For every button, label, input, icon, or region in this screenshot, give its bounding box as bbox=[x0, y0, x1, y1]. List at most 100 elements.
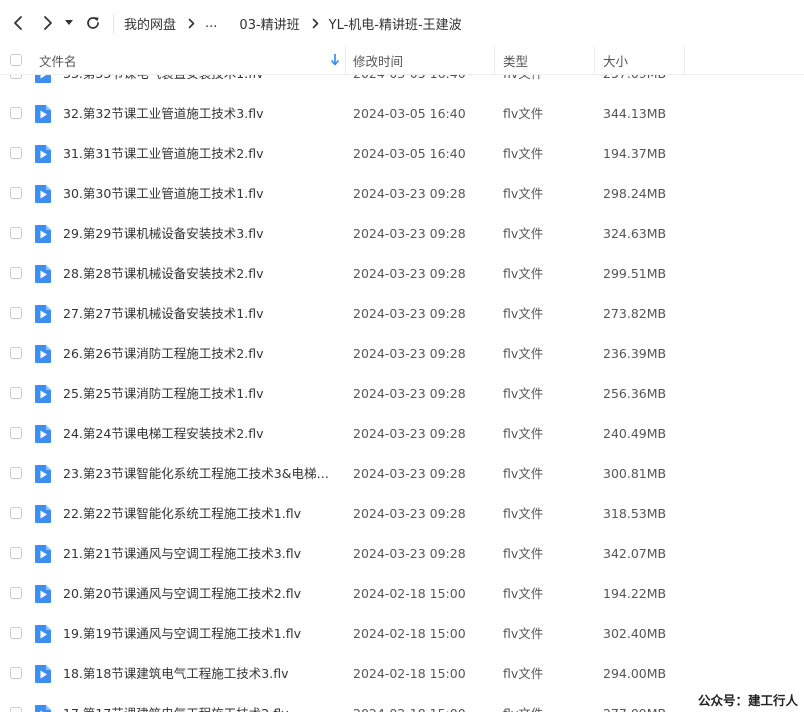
file-size: 194.37MB bbox=[603, 146, 667, 161]
file-name[interactable]: 20.第20节课通风与空调工程施工技术2.flv bbox=[63, 574, 331, 614]
video-file-icon bbox=[35, 75, 51, 83]
row-checkbox[interactable] bbox=[10, 227, 22, 239]
table-row[interactable]: 31.第31节课工业管道施工技术2.flv 2024-03-05 16:40 f… bbox=[0, 134, 804, 174]
sort-descending-icon[interactable] bbox=[330, 53, 340, 67]
file-type: flv文件 bbox=[503, 586, 544, 601]
column-divider[interactable] bbox=[494, 46, 495, 74]
file-name[interactable]: 26.第26节课消防工程施工技术2.flv bbox=[63, 334, 331, 374]
video-file-icon bbox=[35, 545, 51, 563]
table-row[interactable]: 29.第29节课机械设备安装技术3.flv 2024-03-23 09:28 f… bbox=[0, 214, 804, 254]
row-checkbox[interactable] bbox=[10, 267, 22, 279]
table-row[interactable]: 26.第26节课消防工程施工技术2.flv 2024-03-23 09:28 f… bbox=[0, 334, 804, 374]
file-type: flv文件 bbox=[503, 346, 544, 361]
row-checkbox[interactable] bbox=[10, 307, 22, 319]
file-name[interactable]: 22.第22节课智能化系统工程施工技术1.flv bbox=[63, 494, 331, 534]
file-modified-time: 2024-03-05 16:40 bbox=[353, 146, 466, 161]
row-checkbox[interactable] bbox=[10, 627, 22, 639]
column-divider[interactable] bbox=[345, 46, 346, 74]
file-name[interactable]: 19.第19节课通风与空调工程施工技术1.flv bbox=[63, 614, 331, 654]
file-size: 342.07MB bbox=[603, 546, 667, 561]
row-checkbox[interactable] bbox=[10, 147, 22, 159]
column-divider[interactable] bbox=[684, 46, 685, 74]
table-row[interactable]: 20.第20节课通风与空调工程施工技术2.flv 2024-02-18 15:0… bbox=[0, 574, 804, 614]
breadcrumb-current: YL-机电-精讲班-王建波 bbox=[328, 17, 462, 33]
table-row[interactable]: 22.第22节课智能化系统工程施工技术1.flv 2024-03-23 09:2… bbox=[0, 494, 804, 534]
table-row[interactable]: 18.第18节课建筑电气工程施工技术3.flv 2024-02-18 15:00… bbox=[0, 654, 804, 694]
file-size: 277.09MB bbox=[603, 694, 683, 712]
breadcrumb-root[interactable]: 我的网盘 bbox=[124, 14, 176, 33]
file-name[interactable]: 29.第29节课机械设备安装技术3.flv bbox=[63, 214, 331, 254]
file-type: flv文件 bbox=[503, 146, 544, 161]
file-name[interactable]: 21.第21节课通风与空调工程施工技术3.flv bbox=[63, 534, 331, 574]
file-name[interactable]: 23.第23节课智能化系统工程施工技术3&电梯工... bbox=[63, 454, 331, 494]
row-checkbox[interactable] bbox=[10, 107, 22, 119]
table-row[interactable]: 19.第19节课通风与空调工程施工技术1.flv 2024-02-18 15:0… bbox=[0, 614, 804, 654]
file-type: flv文件 bbox=[503, 306, 544, 321]
row-checkbox[interactable] bbox=[10, 667, 22, 679]
file-modified-time: 2024-03-23 09:28 bbox=[353, 266, 466, 281]
row-checkbox[interactable] bbox=[10, 587, 22, 599]
column-divider[interactable] bbox=[594, 46, 595, 74]
table-row[interactable]: 28.第28节课机械设备安装技术2.flv 2024-03-23 09:28 f… bbox=[0, 254, 804, 294]
file-type: flv文件 bbox=[503, 626, 544, 641]
file-type: flv文件 bbox=[503, 426, 544, 441]
file-modified-time: 2024-03-23 09:28 bbox=[353, 226, 466, 241]
file-name[interactable]: 31.第31节课工业管道施工技术2.flv bbox=[63, 134, 331, 174]
file-name[interactable]: 28.第28节课机械设备安装技术2.flv bbox=[63, 254, 331, 294]
row-checkbox[interactable] bbox=[10, 427, 22, 439]
file-type: flv文件 bbox=[503, 506, 544, 521]
file-name[interactable]: 33.第33节课电气装置安装技术1.flv bbox=[63, 75, 331, 94]
select-all-checkbox[interactable] bbox=[10, 54, 22, 66]
video-file-icon bbox=[35, 665, 51, 683]
forward-button[interactable] bbox=[38, 13, 58, 33]
table-row[interactable]: 17.第17节课建筑电气工程施工技术2.flv 2024-02-18 15:00… bbox=[0, 694, 804, 712]
file-size: 256.36MB bbox=[603, 386, 667, 401]
file-size: 194.22MB bbox=[603, 586, 667, 601]
video-file-icon bbox=[35, 625, 51, 643]
table-row[interactable]: 23.第23节课智能化系统工程施工技术3&电梯工... 2024-03-23 0… bbox=[0, 454, 804, 494]
file-name[interactable]: 30.第30节课工业管道施工技术1.flv bbox=[63, 174, 331, 214]
column-header-name[interactable]: 文件名 bbox=[39, 46, 77, 74]
table-row[interactable]: 21.第21节课通风与空调工程施工技术3.flv 2024-03-23 09:2… bbox=[0, 534, 804, 574]
file-size: 344.13MB bbox=[603, 106, 667, 121]
file-type: flv文件 bbox=[503, 106, 544, 121]
column-header-modified[interactable]: 修改时间 bbox=[353, 46, 403, 74]
file-size: 299.51MB bbox=[603, 266, 667, 281]
column-header-size[interactable]: 大小 bbox=[603, 46, 628, 74]
table-row[interactable]: 27.第27节课机械设备安装技术1.flv 2024-03-23 09:28 f… bbox=[0, 294, 804, 334]
video-file-icon bbox=[35, 185, 51, 203]
file-name[interactable]: 32.第32节课工业管道施工技术3.flv bbox=[63, 94, 331, 134]
file-modified-time: 2024-03-05 16:40 bbox=[353, 75, 493, 94]
file-name[interactable]: 27.第27节课机械设备安装技术1.flv bbox=[63, 294, 331, 334]
column-header-type[interactable]: 类型 bbox=[503, 46, 528, 74]
file-name[interactable]: 18.第18节课建筑电气工程施工技术3.flv bbox=[63, 654, 331, 694]
row-checkbox[interactable] bbox=[10, 507, 22, 519]
table-row[interactable]: 32.第32节课工业管道施工技术3.flv 2024-03-05 16:40 f… bbox=[0, 94, 804, 134]
row-checkbox[interactable] bbox=[10, 387, 22, 399]
breadcrumb-separator-icon bbox=[312, 18, 319, 29]
file-modified-time: 2024-03-23 09:28 bbox=[353, 346, 466, 361]
breadcrumb-level1[interactable]: 03-精讲班 bbox=[239, 14, 299, 33]
history-dropdown-button[interactable] bbox=[62, 13, 76, 33]
row-checkbox[interactable] bbox=[10, 75, 22, 79]
video-file-icon bbox=[35, 345, 51, 363]
video-file-icon bbox=[35, 145, 51, 163]
row-checkbox[interactable] bbox=[10, 467, 22, 479]
row-checkbox[interactable] bbox=[10, 707, 22, 712]
breadcrumb-ellipsis[interactable]: ... bbox=[205, 16, 217, 31]
row-checkbox[interactable] bbox=[10, 347, 22, 359]
file-name[interactable]: 17.第17节课建筑电气工程施工技术2.flv bbox=[63, 694, 331, 712]
row-checkbox[interactable] bbox=[10, 187, 22, 199]
table-row[interactable]: 25.第25节课消防工程施工技术1.flv 2024-03-23 09:28 f… bbox=[0, 374, 804, 414]
row-checkbox[interactable] bbox=[10, 547, 22, 559]
back-button[interactable] bbox=[8, 13, 28, 33]
table-row[interactable]: 24.第24节课电梯工程安装技术2.flv 2024-03-23 09:28 f… bbox=[0, 414, 804, 454]
file-name[interactable]: 25.第25节课消防工程施工技术1.flv bbox=[63, 374, 331, 414]
refresh-button[interactable] bbox=[83, 13, 103, 33]
file-list[interactable]: 33.第33节课电气装置安装技术1.flv 2024-03-05 16:40 f… bbox=[0, 75, 804, 712]
file-size: 298.24MB bbox=[603, 186, 667, 201]
table-row[interactable]: 33.第33节课电气装置安装技术1.flv 2024-03-05 16:40 f… bbox=[0, 75, 804, 94]
table-row[interactable]: 30.第30节课工业管道施工技术1.flv 2024-03-23 09:28 f… bbox=[0, 174, 804, 214]
file-name[interactable]: 24.第24节课电梯工程安装技术2.flv bbox=[63, 414, 331, 454]
video-file-icon bbox=[35, 465, 51, 483]
